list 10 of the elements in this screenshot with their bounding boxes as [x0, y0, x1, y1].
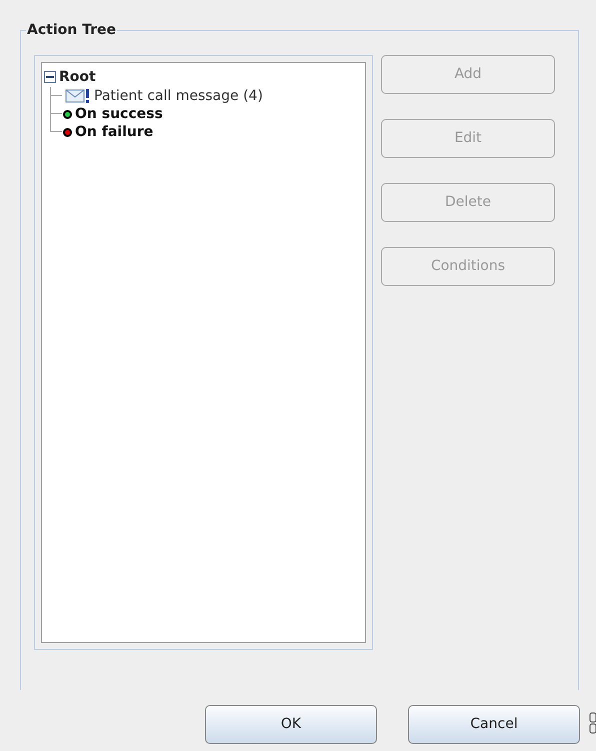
group-title: Action Tree — [26, 21, 117, 40]
dialog-button[interactable]: Cancel — [408, 705, 580, 744]
envelope-alert-icon — [65, 88, 91, 104]
tree-item[interactable]: On success — [75, 104, 163, 124]
dialog-button[interactable]: OK — [205, 705, 377, 744]
tree-item[interactable]: On failure — [75, 122, 154, 142]
resize-grip-icon[interactable] — [589, 712, 596, 734]
collapse-toggle[interactable] — [44, 71, 56, 83]
tree-item[interactable]: Root — [59, 66, 96, 88]
tree-item[interactable]: Patient call message (4) — [94, 86, 263, 106]
